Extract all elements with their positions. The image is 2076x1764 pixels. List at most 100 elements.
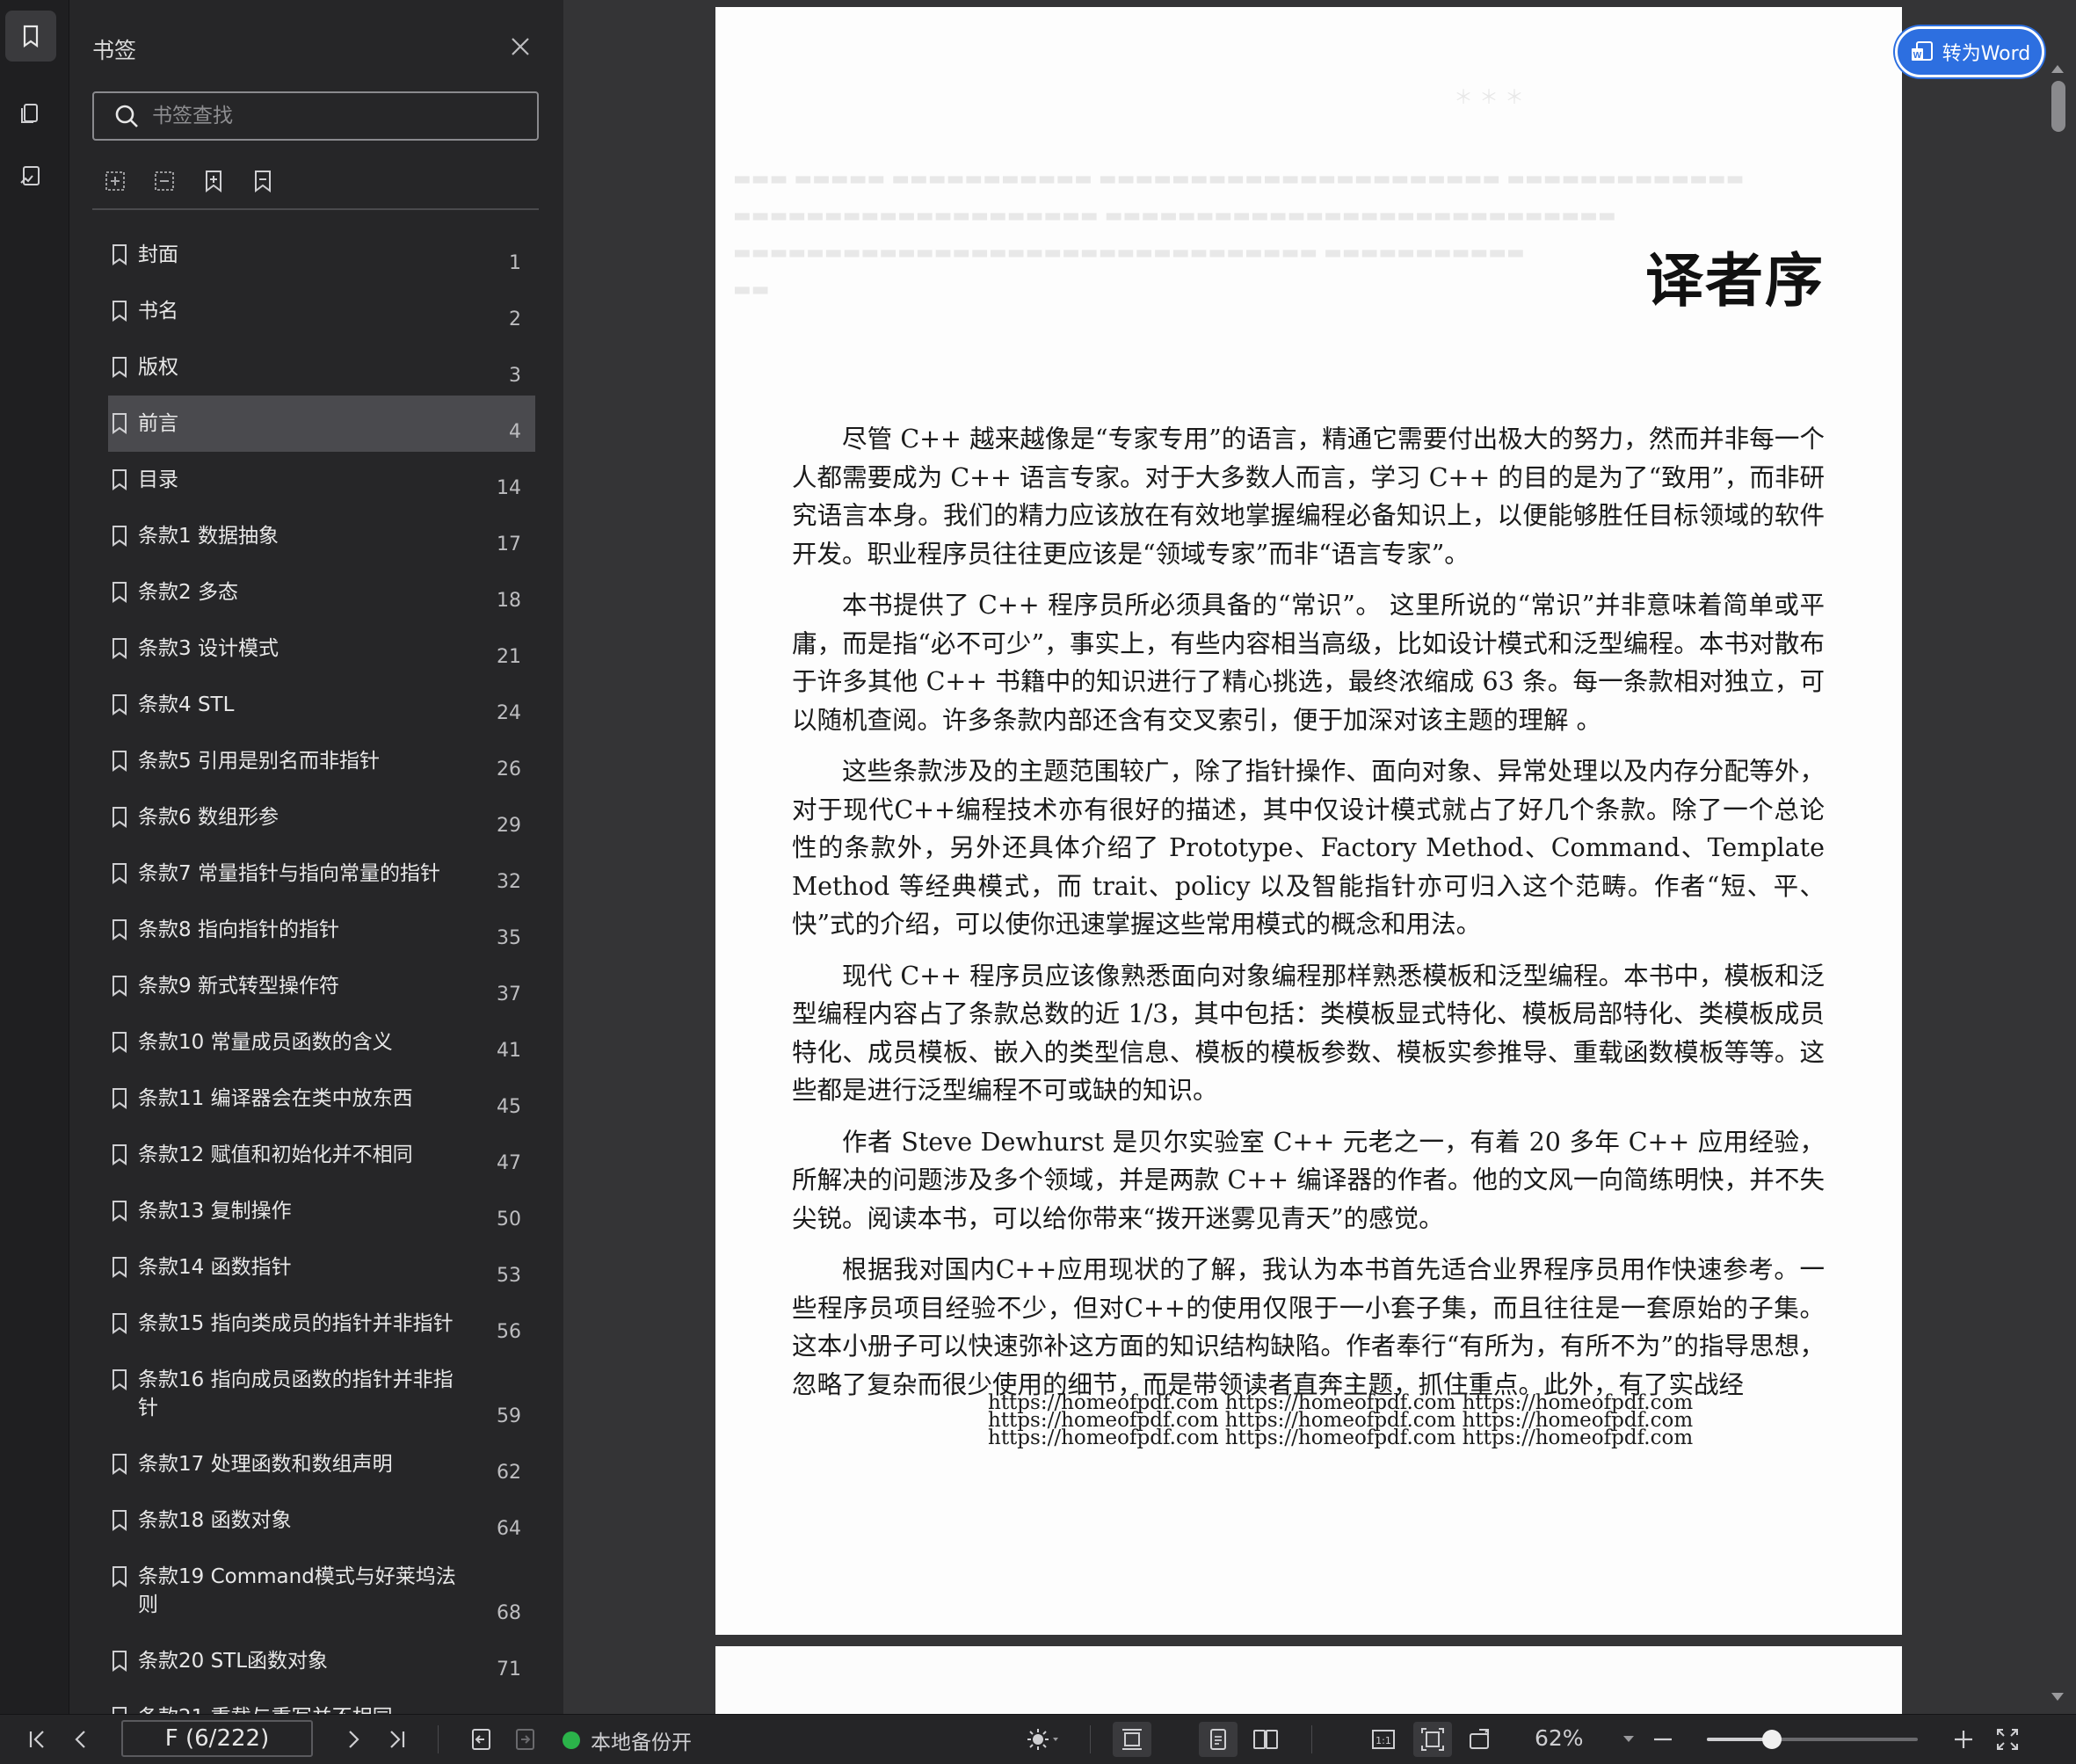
bookmark-item[interactable]: 条款20 STL函数对象 71 bbox=[108, 1633, 535, 1689]
collapse-all-button[interactable] bbox=[150, 167, 178, 195]
bookmark-page-number: 53 bbox=[497, 1265, 521, 1287]
svg-text:1:1: 1:1 bbox=[1376, 1735, 1391, 1746]
backup-status[interactable]: 本地备份开 bbox=[563, 1725, 692, 1755]
continuous-scroll-button[interactable] bbox=[1113, 1722, 1151, 1757]
bookmark-page-number: 41 bbox=[497, 1040, 521, 1062]
actual-size-icon: 1:1 bbox=[1372, 1730, 1395, 1749]
bookmark-icon bbox=[113, 1369, 127, 1390]
bookmark-icon bbox=[113, 1257, 127, 1278]
bookmark-icon bbox=[113, 751, 127, 772]
bookmark-icon bbox=[113, 413, 127, 434]
bookmark-item[interactable]: 条款14 函数指针 53 bbox=[108, 1239, 535, 1296]
single-page-button[interactable] bbox=[1199, 1722, 1238, 1757]
bookmark-item[interactable]: 条款4 STL 24 bbox=[108, 677, 535, 733]
rotate-button[interactable] bbox=[1461, 1722, 1499, 1757]
thumbnail-panel-button[interactable] bbox=[5, 88, 56, 139]
svg-text:W: W bbox=[1913, 51, 1921, 61]
bookmark-item[interactable]: 版权 3 bbox=[108, 339, 535, 396]
bookmark-item[interactable]: 条款2 多态 18 bbox=[108, 564, 535, 621]
eye-care-button[interactable] bbox=[1016, 1722, 1069, 1757]
zoom-in-button[interactable] bbox=[1946, 1722, 1981, 1757]
bookmark-item[interactable]: 条款19 Command模式与好莱坞法则 68 bbox=[108, 1549, 535, 1633]
scroll-down-arrow[interactable] bbox=[2051, 1693, 2064, 1701]
scroll-up-arrow[interactable] bbox=[2051, 65, 2064, 73]
bookmark-item[interactable]: 条款15 指向类成员的指针并非指针 56 bbox=[108, 1296, 535, 1352]
bookmark-item[interactable]: 条款18 函数对象 64 bbox=[108, 1492, 535, 1549]
last-page-button[interactable] bbox=[380, 1722, 415, 1757]
close-panel-button[interactable] bbox=[505, 32, 535, 62]
bookmark-item[interactable]: 书名 2 bbox=[108, 283, 535, 339]
bookmark-icon bbox=[113, 1510, 127, 1531]
zoom-slider[interactable] bbox=[1707, 1730, 1918, 1749]
bookmark-label: 条款7 常量指针与指向常量的指针 bbox=[138, 862, 440, 885]
bookmark-icon bbox=[113, 1144, 127, 1165]
bookmark-icon bbox=[113, 1032, 127, 1053]
bookmark-item[interactable]: 条款10 常量成员函数的含义 41 bbox=[108, 1014, 535, 1071]
annotation-icon bbox=[20, 166, 40, 185]
page-number-input[interactable]: F (6/222) bbox=[121, 1720, 313, 1757]
actual-size-button[interactable]: 1:1 bbox=[1366, 1722, 1401, 1757]
bookmark-item[interactable]: 条款7 常量指针与指向常量的指针 32 bbox=[108, 846, 535, 902]
bookmark-label: 条款16 指向成员函数的指针并非指针 bbox=[138, 1368, 454, 1419]
bookmark-item[interactable]: 条款13 复制操作 50 bbox=[108, 1183, 535, 1239]
bookmark-icon bbox=[113, 1651, 127, 1672]
bookmark-item[interactable]: 条款3 设计模式 21 bbox=[108, 621, 535, 677]
bottom-toolbar: F (6/222) 本地备份开 1:1 62% bbox=[0, 1714, 2076, 1764]
add-bookmark-button[interactable] bbox=[200, 167, 228, 195]
zoom-level[interactable]: 62% bbox=[1535, 1725, 1584, 1751]
bookmark-page-number: 56 bbox=[497, 1321, 521, 1343]
bookmark-item[interactable]: 目录 14 bbox=[108, 452, 535, 508]
toolbar-separator bbox=[438, 1725, 439, 1753]
zoom-dropdown[interactable] bbox=[1615, 1722, 1642, 1757]
next-page-button[interactable] bbox=[336, 1722, 371, 1757]
bookmark-item[interactable]: 条款9 新式转型操作符 37 bbox=[108, 958, 535, 1014]
bookmark-icon bbox=[113, 694, 127, 715]
forward-button[interactable] bbox=[508, 1722, 543, 1757]
fit-page-button[interactable] bbox=[1413, 1722, 1452, 1757]
bookmark-search-input[interactable] bbox=[150, 104, 523, 128]
toolbar-separator bbox=[1090, 1725, 1091, 1753]
bookmark-page-number: 59 bbox=[497, 1405, 521, 1427]
bookmark-item[interactable]: 条款12 赋值和初始化并不相同 47 bbox=[108, 1127, 535, 1183]
first-page-button[interactable] bbox=[19, 1722, 54, 1757]
bookmark-page-number: 37 bbox=[497, 984, 521, 1005]
bookmark-item[interactable]: 条款21 重载与重写并不相同74 bbox=[108, 1689, 535, 1714]
document-scrollbar-thumb[interactable] bbox=[2051, 81, 2065, 132]
bookmark-page-number: 71 bbox=[497, 1659, 521, 1681]
bookmark-item[interactable]: 条款1 数据抽象 17 bbox=[108, 508, 535, 564]
bookmark-label: 条款8 指向指针的指针 bbox=[138, 918, 339, 941]
bookmark-panel-button[interactable] bbox=[5, 11, 56, 62]
two-page-button[interactable] bbox=[1246, 1722, 1285, 1757]
remove-bookmark-button[interactable] bbox=[249, 167, 277, 195]
bookmark-search[interactable] bbox=[92, 91, 539, 141]
zoom-out-button[interactable] bbox=[1645, 1722, 1680, 1757]
fit-page-icon bbox=[1421, 1728, 1444, 1751]
backup-status-label: 本地备份开 bbox=[591, 1731, 692, 1754]
bookmark-item[interactable]: 条款17 处理函数和数组声明 62 bbox=[108, 1436, 535, 1492]
bookmark-label: 条款4 STL bbox=[138, 693, 235, 716]
bookmark-icon bbox=[113, 863, 127, 884]
paragraph: 本书提供了 C++ 程序员所必须具备的“常识”。 这里所说的“常识”并非意味着简… bbox=[792, 591, 1825, 735]
fullscreen-button[interactable] bbox=[1990, 1722, 2025, 1757]
bookmark-item[interactable]: 条款8 指向指针的指针 35 bbox=[108, 902, 535, 958]
prev-page-button[interactable] bbox=[63, 1722, 98, 1757]
bookmark-item[interactable]: 封面 1 bbox=[108, 227, 535, 283]
bookmark-panel: 书签 封面 1 书名 2 版权 3 前言 4 目录 14 条款1 数据抽象 17 条款2 多态 18 条款3… bbox=[69, 0, 625, 1714]
bookmark-page-number: 21 bbox=[497, 646, 521, 668]
bookmark-icon bbox=[113, 357, 127, 378]
annotation-panel-button[interactable] bbox=[5, 151, 56, 202]
bookmark-item[interactable]: 条款6 数组形参 29 bbox=[108, 789, 535, 846]
bookmark-page-number: 47 bbox=[497, 1152, 521, 1174]
bookmark-label: 条款6 数组形参 bbox=[138, 806, 279, 829]
convert-to-word-button[interactable]: W 转为Word bbox=[1895, 26, 2044, 77]
bookmark-label: 版权 bbox=[138, 356, 178, 379]
bookmark-item[interactable]: 前言 4 bbox=[108, 396, 535, 452]
bookmark-item[interactable]: 条款16 指向成员函数的指针并非指针 59 bbox=[108, 1352, 535, 1436]
back-button[interactable] bbox=[464, 1722, 499, 1757]
back-icon bbox=[472, 1729, 490, 1750]
bookmark-page-number: 32 bbox=[497, 871, 521, 893]
expand-all-button[interactable] bbox=[101, 167, 129, 195]
bookmark-item[interactable]: 条款5 引用是别名而非指针 26 bbox=[108, 733, 535, 789]
zoom-slider-handle[interactable] bbox=[1762, 1730, 1782, 1749]
bookmark-item[interactable]: 条款11 编译器会在类中放东西 45 bbox=[108, 1071, 535, 1127]
